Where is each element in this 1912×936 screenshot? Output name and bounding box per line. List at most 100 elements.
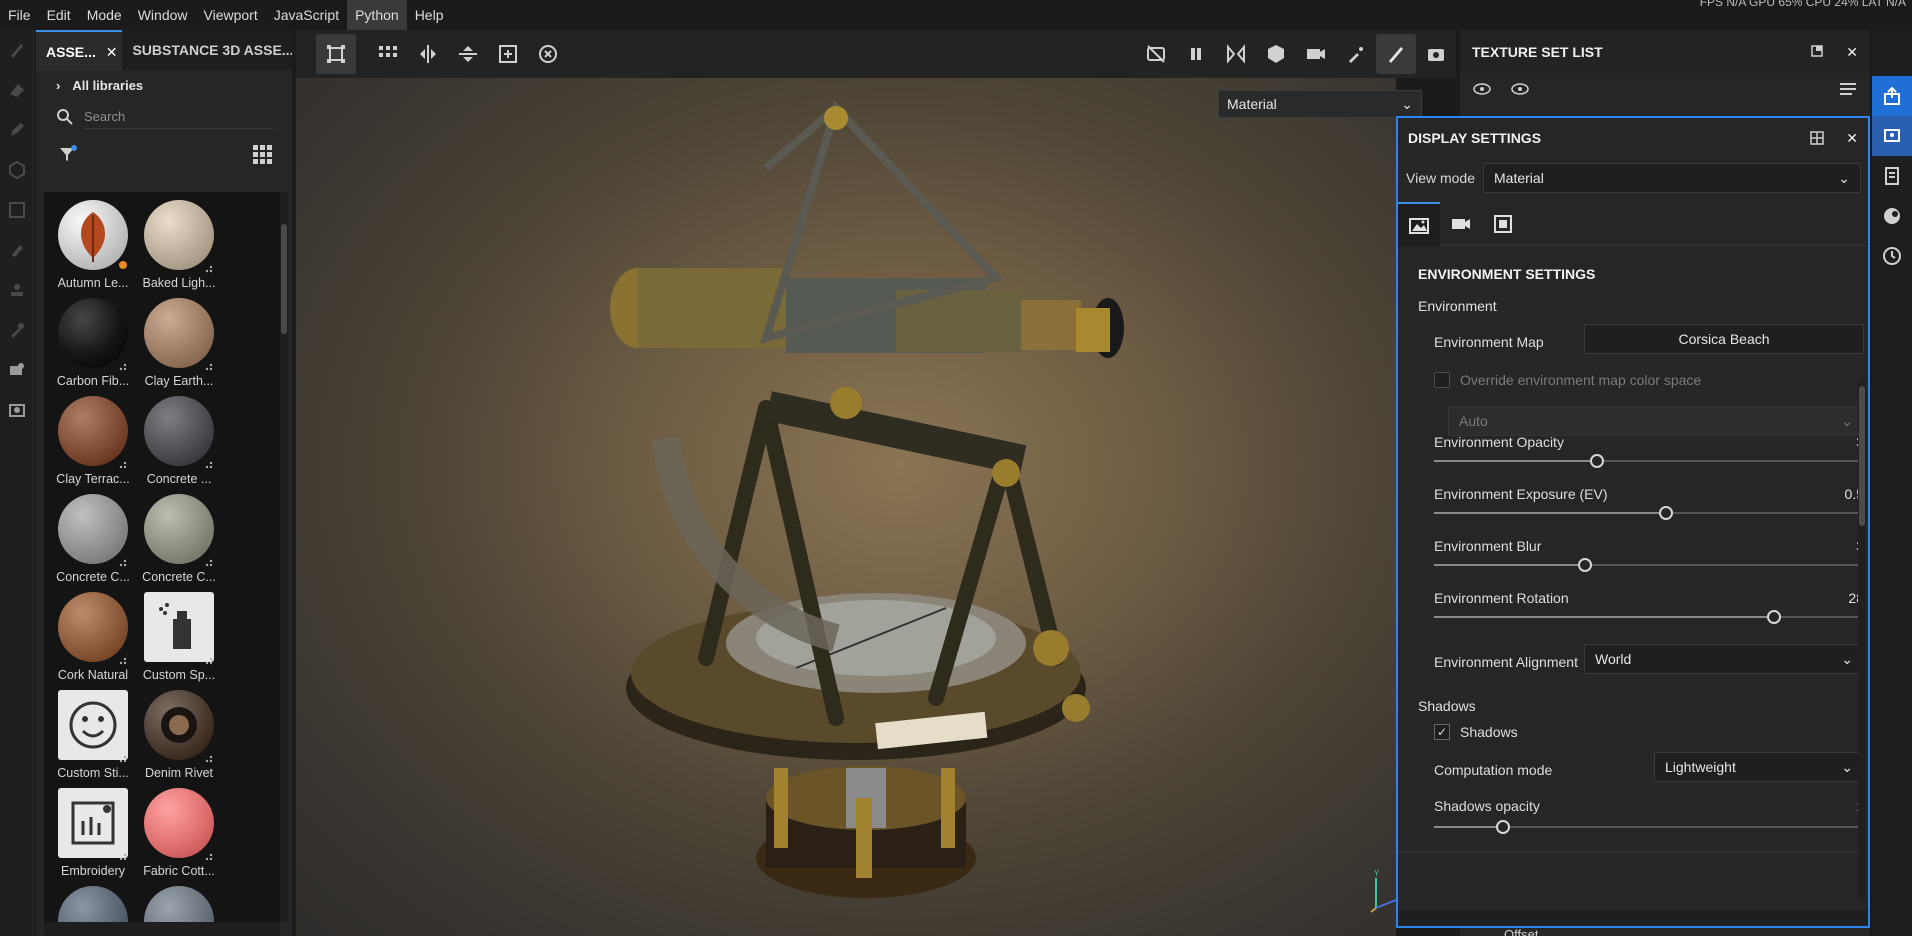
paint-mode-button[interactable] (1376, 34, 1416, 74)
viewport-mode-dropdown[interactable]: Material ⌄ (1218, 90, 1422, 118)
grid-select-button[interactable] (368, 34, 408, 74)
display-settings-scrollbar[interactable] (1858, 380, 1866, 900)
export-button[interactable] (1872, 76, 1912, 116)
slider-knob[interactable] (1496, 820, 1510, 834)
libraries-row[interactable]: › All libraries (36, 70, 292, 100)
tab-viewport[interactable] (1482, 202, 1524, 246)
menu-javascript[interactable]: JavaScript (266, 0, 347, 30)
select-tool-button[interactable] (316, 34, 356, 74)
view-mode-dropdown[interactable]: Material ⌄ (1483, 163, 1862, 193)
geometry-tool[interactable] (0, 190, 34, 230)
bake-tool[interactable] (0, 350, 34, 390)
hide-overlay-button[interactable] (1136, 34, 1176, 74)
polygon-fill-tool[interactable] (0, 150, 34, 190)
tab-environment[interactable] (1398, 201, 1440, 246)
environment-slider[interactable] (1434, 506, 1864, 520)
close-icon[interactable]: ✕ (106, 44, 118, 60)
asset-item[interactable]: Autumn Le... (50, 198, 136, 296)
slider-knob[interactable] (1590, 454, 1604, 468)
search-input[interactable] (84, 105, 274, 129)
environment-slider[interactable] (1434, 610, 1864, 624)
history-button[interactable] (1872, 236, 1912, 276)
slider-label: Environment Blur (1434, 538, 1542, 554)
asset-item[interactable]: Concrete C... (50, 492, 136, 590)
asset-badge-icon (119, 849, 127, 861)
symmetry-y-button[interactable] (448, 34, 488, 74)
dock-icon[interactable] (1810, 131, 1825, 145)
viewport-toolbar (296, 30, 1456, 78)
asset-grid-scrollbar[interactable] (280, 192, 288, 922)
override-colorspace-checkbox[interactable] (1434, 372, 1450, 388)
menu-python[interactable]: Python (347, 0, 407, 30)
picker-tool[interactable] (0, 310, 34, 350)
menu-help[interactable]: Help (407, 0, 452, 30)
shader-button[interactable] (1872, 196, 1912, 236)
slider-knob[interactable] (1659, 506, 1673, 520)
asset-item[interactable]: Clay Terrac... (50, 394, 136, 492)
slider-track (1597, 460, 1864, 462)
camera-mode-button[interactable] (1296, 34, 1336, 74)
list-menu-icon[interactable] (1840, 82, 1858, 96)
asset-item[interactable]: Cork Natural (50, 590, 136, 688)
computation-mode-dropdown[interactable]: Lightweight ⌄ (1654, 752, 1864, 782)
symmetry-x-button[interactable] (408, 34, 448, 74)
asset-label: Embroidery (61, 864, 125, 878)
undock-icon[interactable] (1810, 44, 1824, 58)
lighting-button[interactable] (1336, 34, 1376, 74)
asset-item[interactable]: Baked Ligh... (136, 198, 222, 296)
log-button[interactable] (1872, 156, 1912, 196)
eye-icon[interactable] (1510, 81, 1532, 97)
asset-item[interactable]: Embroidery (50, 786, 136, 884)
grid-view-icon[interactable] (252, 144, 272, 164)
asset-item[interactable]: Fabric Cott... (136, 786, 222, 884)
eye-settings-icon[interactable] (1472, 81, 1494, 97)
camera-tool[interactable] (0, 390, 34, 430)
tab-assets[interactable]: ASSE... ✕ (36, 30, 123, 70)
tab-camera[interactable] (1440, 202, 1482, 246)
display-settings-bottom-scroll[interactable] (1398, 910, 1868, 926)
filter-icon[interactable] (58, 144, 78, 164)
close-icon[interactable]: ✕ (1846, 44, 1858, 61)
asset-item[interactable]: Custom Sti... (50, 688, 136, 786)
screenshot-button[interactable] (1416, 34, 1456, 74)
reset-view-button[interactable] (528, 34, 568, 74)
smudge-tool[interactable] (0, 230, 34, 270)
slider-knob[interactable] (1767, 610, 1781, 624)
chevron-down-icon: ⌄ (1841, 412, 1853, 429)
slider-knob[interactable] (1578, 558, 1592, 572)
menu-mode[interactable]: Mode (79, 0, 130, 30)
menu-bar: File Edit Mode Window Viewport JavaScrip… (0, 0, 1912, 30)
asset-item[interactable]: Carbon Fib... (50, 296, 136, 394)
asset-item[interactable]: Concrete ... (136, 394, 222, 492)
close-icon[interactable]: ✕ (1846, 130, 1858, 147)
asset-item[interactable]: Denim Rivet (136, 688, 222, 786)
display-cube-button[interactable] (1256, 34, 1296, 74)
pause-button[interactable] (1176, 34, 1216, 74)
shadows-checkbox[interactable]: ✓ (1434, 724, 1450, 740)
mirror-vertical-icon (459, 46, 477, 62)
environment-map-button[interactable]: Corsica Beach (1584, 324, 1864, 354)
3d-viewport[interactable] (296, 78, 1396, 936)
clone-tool[interactable] (0, 270, 34, 310)
asset-item[interactable]: Custom Sp... (136, 590, 222, 688)
shadows-opacity-slider[interactable] (1434, 820, 1864, 834)
menu-file[interactable]: File (0, 0, 39, 30)
environment-slider[interactable] (1434, 558, 1864, 572)
frame-button[interactable] (488, 34, 528, 74)
eraser-tool[interactable] (0, 70, 34, 110)
tab-substance-assets[interactable]: SUBSTANCE 3D ASSE... (122, 30, 292, 70)
environment-alignment-dropdown[interactable]: World ⌄ (1584, 644, 1864, 674)
asset-item[interactable]: Concrete C... (136, 492, 222, 590)
mirror-mode-button[interactable] (1216, 34, 1256, 74)
menu-window[interactable]: Window (130, 0, 196, 30)
projection-tool[interactable] (0, 110, 34, 150)
asset-thumbnail (144, 690, 214, 763)
texture-set-title: TEXTURE SET LIST (1472, 44, 1603, 60)
display-settings-button[interactable] (1872, 116, 1912, 156)
environment-slider[interactable] (1434, 454, 1864, 468)
asset-item[interactable]: Clay Earth... (136, 296, 222, 394)
paint-tool[interactable] (0, 30, 34, 70)
menu-edit[interactable]: Edit (39, 0, 79, 30)
menu-viewport[interactable]: Viewport (196, 0, 266, 30)
shadows-checkbox-label: Shadows (1460, 724, 1518, 740)
